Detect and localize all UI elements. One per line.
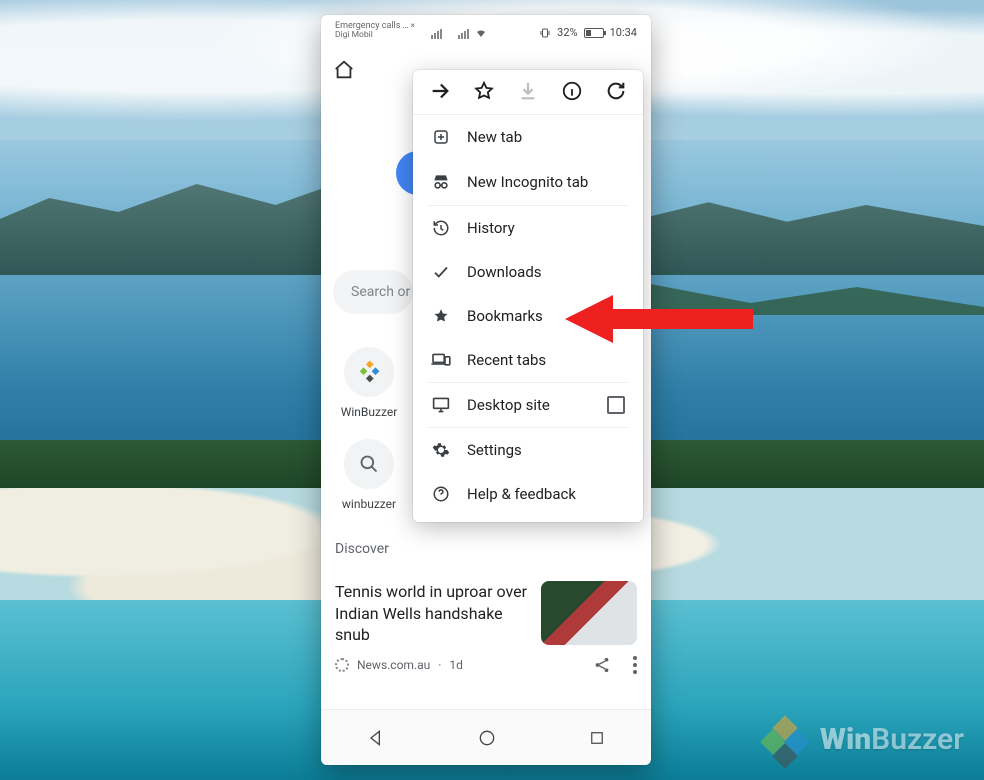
news-headline: Tennis world in uproar over Indian Wells… [335, 581, 529, 646]
vibrate-icon [539, 27, 551, 39]
menu-history[interactable]: History [413, 206, 643, 250]
star-filled-icon [431, 307, 451, 325]
close-x-icon: × [411, 21, 415, 30]
gear-icon [431, 441, 451, 459]
battery-percent: 32% [557, 26, 577, 39]
incognito-icon [431, 172, 451, 192]
statusbar-time: 10:34 [610, 26, 637, 39]
discover-card[interactable]: Tennis world in uproar over Indian Wells… [335, 581, 637, 681]
battery-icon [584, 28, 604, 38]
news-age: 1d [449, 658, 463, 672]
news-thumbnail [541, 581, 637, 645]
arrow-right-icon [429, 80, 451, 102]
shortcut-tile-winbuzzer-search[interactable]: winbuzzer [333, 439, 405, 511]
home-icon [333, 59, 355, 81]
winbuzzer-logo-icon [758, 713, 810, 765]
menu-new-tab[interactable]: New tab [413, 115, 643, 159]
phone-frame: Emergency calls …× Digi Mobil 32% 10:34 [321, 15, 651, 765]
reload-button[interactable] [601, 80, 631, 106]
omnibox[interactable]: Search or type web address [333, 270, 413, 314]
page-info-button[interactable] [557, 80, 587, 106]
history-icon [431, 219, 451, 237]
star-outline-icon [473, 80, 495, 102]
shortcut-favicon [344, 347, 394, 397]
help-icon [431, 485, 451, 503]
home-button[interactable] [333, 59, 355, 85]
plus-box-icon [431, 128, 451, 146]
menu-settings[interactable]: Settings [413, 428, 643, 472]
chrome-overflow-menu: New tab New Incognito tab History Downlo… [413, 70, 643, 522]
signal-bars-icon-2 [458, 29, 469, 39]
winbuzzer-watermark: WinBuzzer [758, 713, 964, 765]
menu-recent-tabs[interactable]: Recent tabs [413, 338, 643, 382]
android-nav-bar [321, 709, 651, 765]
shortcut-label: winbuzzer [333, 497, 405, 511]
news-source-favicon [335, 658, 349, 672]
menu-bookmarks[interactable]: Bookmarks [413, 294, 643, 338]
share-icon[interactable] [593, 656, 611, 674]
circle-home-icon [477, 728, 497, 748]
menu-new-incognito-tab[interactable]: New Incognito tab [413, 159, 643, 205]
devices-icon [431, 352, 451, 368]
carrier-line1: Emergency calls … [335, 21, 409, 31]
signal-bars-icon [431, 29, 442, 39]
square-recents-icon [588, 729, 606, 747]
android-back-button[interactable] [366, 728, 386, 748]
bookmark-star-button[interactable] [469, 80, 499, 106]
android-home-button[interactable] [477, 728, 497, 748]
wifi-icon [475, 27, 487, 39]
search-icon [359, 454, 379, 474]
winbuzzer-favicon-icon [356, 359, 382, 385]
carrier-line2: Digi Mobil [335, 31, 415, 40]
android-recents-button[interactable] [588, 729, 606, 747]
reload-icon [605, 80, 627, 102]
shortcut-tile-winbuzzer[interactable]: WinBuzzer [333, 347, 405, 419]
discover-heading: Discover [335, 541, 389, 557]
winbuzzer-logo-text: WinBuzzer [820, 722, 964, 757]
info-icon [561, 80, 583, 102]
more-vert-icon[interactable] [633, 656, 637, 674]
forward-button[interactable] [425, 80, 455, 106]
menu-desktop-site[interactable]: Desktop site [413, 383, 643, 427]
desktop-icon [431, 396, 451, 414]
omnibox-placeholder: Search or type web address [351, 284, 413, 300]
shortcut-label: WinBuzzer [333, 405, 405, 419]
menu-downloads[interactable]: Downloads [413, 250, 643, 294]
news-source: News.com.au [357, 658, 430, 672]
triangle-back-icon [366, 728, 386, 748]
shortcut-search-icon-bg [344, 439, 394, 489]
menu-help-feedback[interactable]: Help & feedback [413, 472, 643, 516]
android-statusbar: Emergency calls …× Digi Mobil 32% 10:34 [321, 15, 651, 41]
download-button[interactable] [513, 80, 543, 106]
check-icon [431, 263, 451, 281]
download-icon [517, 80, 539, 102]
desktop-site-checkbox[interactable] [607, 396, 625, 414]
